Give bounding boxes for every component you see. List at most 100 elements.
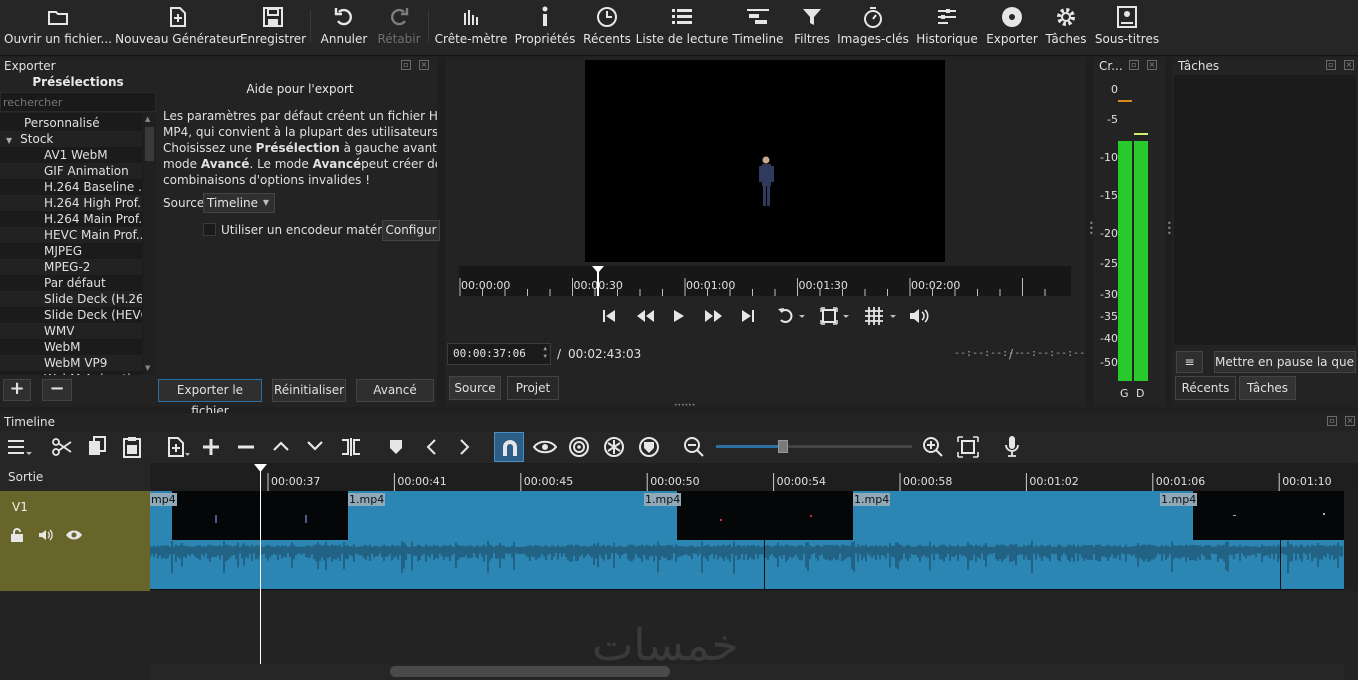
configure-button[interactable]: Configur	[382, 220, 440, 241]
timeline-scrollbar[interactable]	[150, 664, 1344, 680]
timeline-ruler[interactable]: 00:00:37 00:00:41 00:00:45 00:00:50 00:00:54…	[150, 463, 1358, 491]
hw-encoder-checkbox[interactable]	[203, 223, 216, 236]
minus-icon[interactable]	[236, 437, 256, 457]
scrub-eye-icon[interactable]	[533, 437, 557, 457]
jobs-menu-button[interactable]: ≡	[1176, 351, 1203, 373]
grid-icon[interactable]	[864, 306, 900, 326]
ripple-icon[interactable]	[568, 436, 590, 458]
volume-icon[interactable]	[908, 307, 932, 325]
keyframes-button[interactable]: Images-clés	[837, 2, 909, 52]
preset-custom[interactable]: Personnalisé	[0, 115, 142, 131]
preset-scrollbar-thumb[interactable]	[145, 127, 154, 161]
track-header-v1[interactable]: V1	[0, 491, 150, 591]
play-icon[interactable]	[673, 309, 685, 323]
splitter-handle[interactable]: • • •	[1167, 220, 1172, 238]
close-icon[interactable]: ×	[419, 60, 429, 70]
overwrite-icon[interactable]	[306, 438, 324, 454]
advanced-button[interactable]: Avancé	[356, 379, 434, 402]
reset-button[interactable]: Réinitialiser	[272, 379, 346, 402]
lock-icon[interactable]	[10, 528, 24, 542]
position-timecode[interactable]: 00:00:37:06 ▲ ▼	[447, 343, 551, 365]
float-icon[interactable]: ▫	[1327, 416, 1337, 426]
add-preset-button[interactable]: +	[3, 379, 31, 401]
ripple-markers-icon[interactable]	[638, 436, 660, 458]
float-icon[interactable]: ▫	[1326, 60, 1336, 70]
player-ruler[interactable]: 00:00:0000:00:3000:01:0000:01:3000:02:00	[459, 266, 1071, 296]
preset-item[interactable]: MPEG-2	[0, 259, 142, 275]
preset-item[interactable]: Par défaut	[0, 275, 142, 291]
splitter-handle[interactable]: ••••••	[674, 402, 695, 409]
preset-scrollbar[interactable]: ▲ ▼	[143, 113, 156, 375]
preset-item[interactable]: H.264 Main Prof...	[0, 211, 142, 227]
open-file-button[interactable]: Ouvrir un fichier...	[4, 2, 112, 52]
loop-icon[interactable]	[777, 307, 805, 325]
peak-meter-button[interactable]: Crête-mètre	[435, 2, 507, 52]
copy-icon[interactable]	[87, 436, 107, 458]
float-icon[interactable]: ▫	[401, 60, 411, 70]
playlist-button[interactable]: Liste de lecture	[636, 2, 728, 52]
paste-icon[interactable]	[122, 436, 142, 458]
scroll-up-icon[interactable]: ▲	[145, 115, 150, 123]
zoom-in-icon[interactable]	[922, 436, 944, 458]
preset-item[interactable]: WebM	[0, 339, 142, 355]
new-generator-button[interactable]: Nouveau Générateur	[115, 2, 241, 52]
preset-item[interactable]: H.264 Baseline ...	[0, 179, 142, 195]
split-icon[interactable]	[340, 437, 362, 457]
preset-stock-group[interactable]: ▼ Stock	[0, 131, 142, 147]
lift-icon[interactable]	[272, 438, 290, 454]
preset-item[interactable]: AV1 WebM	[0, 147, 142, 163]
scroll-down-icon[interactable]: ▼	[145, 364, 150, 372]
redo-button[interactable]: Rétabir	[376, 2, 422, 52]
preset-item[interactable]: HEVC Main Prof...	[0, 227, 142, 243]
properties-button[interactable]: Propriétés	[515, 2, 575, 52]
close-icon[interactable]: ×	[1344, 60, 1354, 70]
splitter-handle[interactable]: • • •	[1089, 220, 1094, 238]
zoom-fit-icon[interactable]	[957, 436, 979, 458]
skip-end-icon[interactable]	[741, 309, 755, 323]
audio-icon[interactable]	[38, 528, 54, 542]
preset-search-input[interactable]	[0, 92, 156, 112]
append-icon[interactable]	[166, 436, 190, 458]
eye-icon[interactable]	[65, 529, 83, 541]
timeline-scrollbar-thumb[interactable]	[390, 666, 670, 677]
video-preview[interactable]	[585, 60, 945, 262]
recent-button[interactable]: Récents	[583, 2, 631, 52]
preset-item[interactable]: WMV	[0, 323, 142, 339]
zoom-fit-icon[interactable]	[820, 307, 854, 325]
preset-item[interactable]: WebM VP9	[0, 355, 142, 371]
export-file-button[interactable]: Exporter le fichier	[158, 379, 262, 418]
menu-icon[interactable]	[8, 438, 32, 456]
preset-item[interactable]: MJPEG	[0, 243, 142, 259]
previous-marker-icon[interactable]	[424, 438, 438, 456]
jobs-button[interactable]: Tâches	[1045, 2, 1087, 52]
preset-item[interactable]: H.264 High Prof...	[0, 195, 142, 211]
timeline-button[interactable]: Timeline	[732, 2, 784, 52]
float-icon[interactable]: ▫	[1129, 60, 1139, 70]
track-v1[interactable]: mp4 1.mp4 1.mp4 1.mp4 1.mp4	[150, 491, 1358, 591]
zoom-slider-handle[interactable]	[778, 440, 788, 453]
close-icon[interactable]: ×	[1147, 60, 1157, 70]
pause-queue-button[interactable]: Mettre en pause la queue	[1214, 351, 1356, 373]
preset-item[interactable]: Slide Deck (HEVC)	[0, 307, 142, 323]
plus-icon[interactable]	[201, 437, 221, 457]
export-button[interactable]: Exporter	[986, 2, 1038, 52]
remove-preset-button[interactable]: −	[42, 379, 72, 401]
subtitles-button[interactable]: Sous-titres	[1095, 2, 1159, 52]
preset-item[interactable]: Slide Deck (H.264)	[0, 291, 142, 307]
history-button[interactable]: Historique	[916, 2, 978, 52]
tab-source[interactable]: Source	[449, 376, 501, 400]
playhead-marker[interactable]	[592, 266, 604, 299]
zoom-out-icon[interactable]	[683, 436, 705, 458]
spin-arrows-icon[interactable]: ▲ ▼	[543, 345, 547, 361]
skip-start-icon[interactable]	[602, 309, 616, 323]
next-marker-icon[interactable]	[458, 438, 472, 456]
close-icon[interactable]: ×	[1345, 416, 1355, 426]
filters-button[interactable]: Filtres	[794, 2, 830, 52]
source-select[interactable]: Timeline ▼	[203, 193, 275, 213]
ripple-all-icon[interactable]	[603, 436, 625, 458]
preset-item[interactable]: WebM Animation	[0, 371, 142, 375]
jobs-list[interactable]	[1174, 75, 1356, 345]
preset-item[interactable]: GIF Animation	[0, 163, 142, 179]
tab-project[interactable]: Projet	[507, 376, 559, 400]
microphone-icon[interactable]	[1003, 435, 1021, 459]
